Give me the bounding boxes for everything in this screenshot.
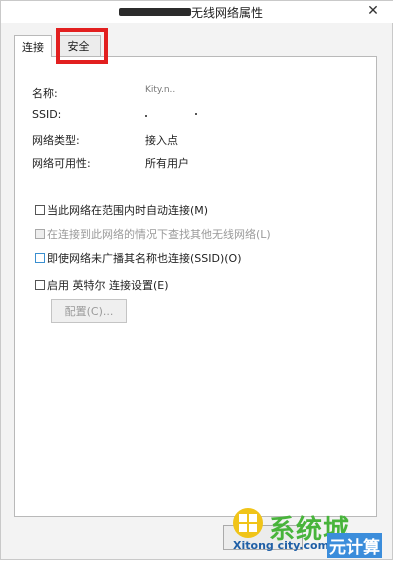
- connection-panel: 名称: Kity.n.. SSID: 网络类型: 接入点 网络可用性: 所有用户…: [14, 56, 377, 517]
- intel-connection-settings-checkbox[interactable]: [35, 280, 45, 290]
- configure-button-label: 配置(C)...: [64, 305, 114, 318]
- close-button[interactable]: ✕: [358, 2, 388, 20]
- find-other-networks-label: 在连接到此网络的情况下查找其他无线网络(L): [47, 228, 271, 241]
- highlight-annotation: [56, 28, 108, 64]
- auto-connect-option[interactable]: 当此网络在范围内时自动连接(M): [35, 202, 208, 218]
- connect-hidden-ssid-checkbox[interactable]: [35, 253, 45, 263]
- intel-connection-settings-option[interactable]: 启用 英特尔 连接设置(E): [35, 277, 169, 293]
- title-bar: 无线网络属性 ✕: [1, 1, 394, 23]
- intel-connection-settings-label: 启用 英特尔 连接设置(E): [47, 279, 169, 292]
- tab-connection-label: 连接: [22, 40, 44, 54]
- ssid-label: SSID:: [32, 108, 62, 121]
- title-redaction: [119, 8, 191, 16]
- network-availability-label: 网络可用性:: [32, 157, 91, 170]
- site-watermark: 系统城 Xitong city.com 元计算: [229, 501, 391, 561]
- ssid-redaction-dot: [145, 115, 147, 117]
- name-value: Kity.n..: [145, 85, 176, 95]
- window-title: 无线网络属性: [191, 6, 264, 20]
- auto-connect-checkbox[interactable]: [35, 205, 45, 215]
- network-availability-value: 所有用户: [145, 157, 189, 170]
- wireless-properties-window: 无线网络属性 ✕ 连接 安全 名称: Kity.n.. SSID: 网络类型: …: [0, 0, 394, 561]
- find-other-networks-checkbox: [35, 229, 45, 239]
- windows-logo-icon: [233, 508, 263, 538]
- watermark-side-text: 元计算: [327, 533, 382, 558]
- find-other-networks-option: 在连接到此网络的情况下查找其他无线网络(L): [35, 226, 271, 242]
- watermark-url: Xitong city.com: [233, 539, 330, 552]
- tab-connection[interactable]: 连接: [14, 35, 52, 57]
- auto-connect-label: 当此网络在范围内时自动连接(M): [47, 204, 209, 217]
- ssid-redaction-dot-2: [195, 113, 197, 115]
- configure-button: 配置(C)...: [51, 299, 127, 323]
- network-type-value: 接入点: [145, 134, 178, 147]
- connect-hidden-ssid-label: 即使网络未广播其名称也连接(SSID)(O): [47, 252, 242, 265]
- connect-hidden-ssid-option[interactable]: 即使网络未广播其名称也连接(SSID)(O): [35, 250, 242, 266]
- network-type-label: 网络类型:: [32, 134, 80, 147]
- name-label: 名称:: [32, 87, 58, 100]
- close-icon: ✕: [367, 3, 379, 19]
